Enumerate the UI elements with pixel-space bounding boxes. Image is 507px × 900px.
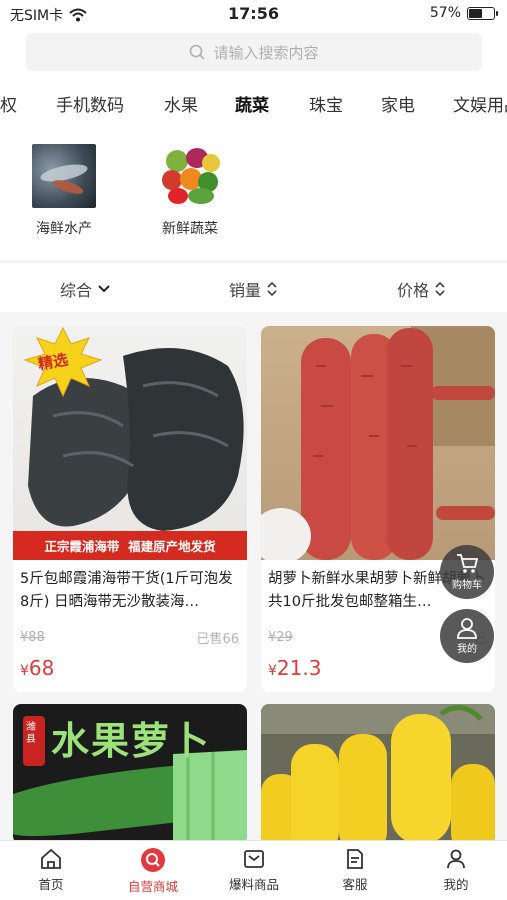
mine-float-button[interactable]: 我的 [440,609,494,663]
tab-deals[interactable]: 爆料商品 [214,847,294,893]
product-image-yellow-carrots [261,704,495,844]
mall-search-icon [141,848,165,872]
sort-updown-icon [267,282,277,296]
vegetables-thumbnail [158,144,222,208]
product-card[interactable] [261,704,495,844]
tab-category-0[interactable]: 权 [0,91,17,116]
tab-home[interactable]: 首页 [11,847,91,893]
subcat-label: 海鲜水产 [36,221,92,237]
tab-customer-service[interactable]: 客服 [315,847,395,893]
seafood-thumbnail [32,144,96,208]
price-value: 68 [28,656,55,680]
bottom-tab-bar: 首页 自营商城 爆料商品 客服 我的 [0,840,507,900]
battery-percent: 57% [429,5,461,21]
tab-customer-service-label: 客服 [342,877,368,892]
cart-float-button[interactable]: 购物车 [440,545,494,599]
user-icon [457,618,477,639]
search-area: 请输入搜索内容 [0,28,507,78]
battery-icon [467,6,498,20]
product-banner-text: 水果萝卜 [51,719,212,763]
product-image-radish: 潍县 水果萝卜 [13,704,247,844]
tab-deals-label: 爆料商品 [228,877,279,892]
status-bar: 无SIM卡 17:56 57% [0,0,507,28]
sort-bar: 综合 销量 价格 [0,262,507,312]
sort-overall-label: 综合 [60,281,93,300]
product-card[interactable]: 潍县 水果萝卜 [13,704,247,844]
sort-sales-label: 销量 [229,281,262,300]
tab-category-1[interactable]: 手机数码 [56,91,124,116]
deals-icon [244,850,264,868]
product-sold-count: 已售66 [196,632,239,647]
tab-self-mall-label: 自营商城 [127,879,178,894]
product-image-kelp: 精选 正宗霞浦海带 福建原产地发货 [13,326,247,560]
service-icon [347,849,363,869]
product-banner-subtext: 潍县 [26,722,36,745]
tab-home-label: 首页 [38,877,64,892]
tab-category-6[interactable]: 文娱用品 [453,91,507,116]
product-banner-text: 正宗霞浦海带 福建原产地发货 [44,539,216,554]
product-image-carrots [261,326,495,560]
product-price: ¥21.3 [268,656,321,680]
tab-mine[interactable]: 我的 [416,847,496,893]
chevron-down-icon [98,285,110,293]
sort-updown-icon [435,282,445,296]
tab-category-3[interactable]: 蔬菜 [235,91,269,116]
product-price: ¥68 [20,656,54,680]
product-title: 5斤包邮霞浦海带干货(1斤可泡发8斤) 日晒海带无沙散装海… [20,571,233,610]
currency-symbol: ¥ [20,663,29,679]
currency-symbol: ¥ [268,663,277,679]
search-icon [190,44,206,60]
product-original-price: ¥29 [268,630,293,645]
tab-category-5[interactable]: 家电 [381,91,415,116]
user-icon [447,849,465,869]
tab-category-4[interactable]: 珠宝 [309,91,343,116]
search-input[interactable]: 请输入搜索内容 [26,33,482,71]
product-original-price: ¥88 [20,630,45,645]
product-card[interactable]: 精选 正宗霞浦海带 福建原产地发货 5斤包邮霞浦海带干货(1斤可泡发8斤) 日晒… [13,326,247,692]
sort-price-label: 价格 [397,281,430,300]
subcat-label: 新鲜蔬菜 [162,221,218,237]
search-placeholder: 请输入搜索内容 [213,43,319,62]
cart-label: 购物车 [452,580,482,591]
sub-categories: 海鲜水产 新鲜蔬菜 [0,126,507,260]
subcat-seafood[interactable]: 海鲜水产 [14,144,114,238]
subcat-vegetables[interactable]: 新鲜蔬菜 [140,144,240,238]
tab-self-mall[interactable]: 自营商城 [113,847,193,895]
sort-price-button[interactable]: 价格 [397,277,445,301]
home-icon [41,848,61,869]
sort-sales-button[interactable]: 销量 [229,277,277,301]
mine-label: 我的 [457,644,477,655]
tab-category-2[interactable]: 水果 [164,91,198,116]
status-right: 57% [429,5,498,21]
tab-mine-label: 我的 [443,877,469,892]
category-tabs: 权 手机数码 水果 蔬菜 珠宝 家电 文娱用品 [0,78,507,126]
sort-overall-button[interactable]: 综合 [60,277,110,301]
cart-icon [457,554,479,573]
price-value: 21.3 [276,656,322,680]
